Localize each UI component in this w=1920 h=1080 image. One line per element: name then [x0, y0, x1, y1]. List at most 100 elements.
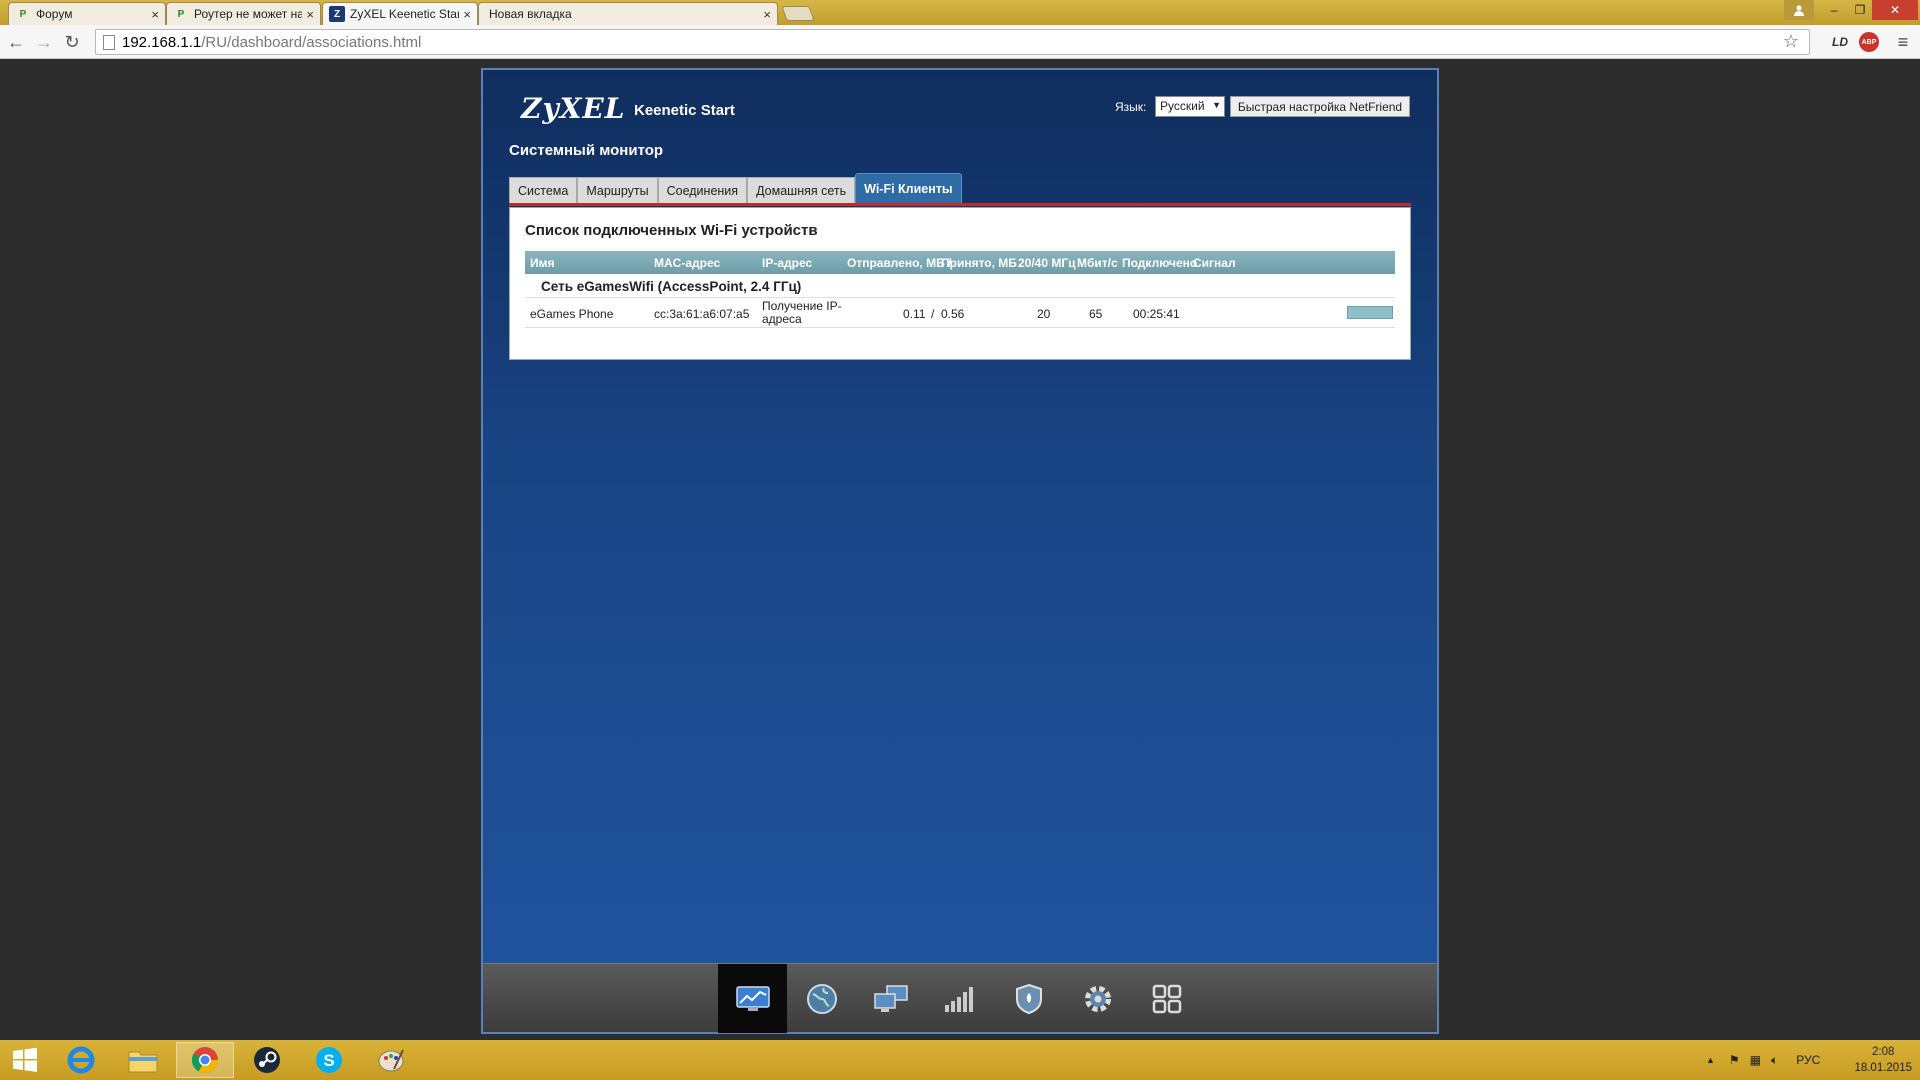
column-mac[interactable]: MAC-адрес: [654, 256, 720, 270]
page-icon: [103, 35, 115, 50]
client-sent: 0.11: [903, 307, 926, 321]
ld-extension-icon[interactable]: LD: [1830, 32, 1850, 52]
file-explorer-icon[interactable]: [114, 1042, 172, 1078]
steam-icon[interactable]: [238, 1042, 296, 1078]
sent-received-separator: /: [931, 307, 935, 321]
browser-tab-router-question[interactable]: P Роутер не может назначи ×: [166, 2, 321, 25]
column-signal[interactable]: Сигнал: [1193, 256, 1236, 270]
tab-connections[interactable]: Соединения: [657, 177, 748, 203]
input-language[interactable]: РУС: [1796, 1053, 1820, 1067]
reload-icon[interactable]: ↻: [60, 31, 84, 53]
tab-home-network[interactable]: Домашняя сеть: [747, 177, 856, 203]
close-icon[interactable]: ×: [463, 7, 471, 22]
column-received[interactable]: Принято, МБ: [941, 256, 1017, 270]
apps-grid-icon[interactable]: [1132, 964, 1201, 1033]
tab-title: Новая вкладка: [489, 7, 572, 21]
restore-icon[interactable]: ❐: [1846, 0, 1874, 20]
network-group-label: Сеть eGamesWifi (AccessPoint, 2.4 ГГц): [541, 279, 802, 294]
client-rate: 65: [1089, 307, 1103, 321]
internet-explorer-icon[interactable]: [52, 1042, 110, 1078]
taskbar-clock[interactable]: 2:08 18.01.2015: [1854, 1044, 1912, 1076]
address-bar[interactable]: 192.168.1.1/RU/dashboard/associations.ht…: [95, 29, 1810, 55]
language-value: Русский: [1160, 99, 1205, 113]
skype-icon[interactable]: S: [300, 1042, 358, 1078]
column-sent[interactable]: Отправлено, МБ /: [847, 256, 951, 270]
windows-taskbar: S ▲ ⚑ ▦ 🔈︎ РУС 2:08 18.01.2015: [0, 1040, 1920, 1080]
globe-icon[interactable]: [787, 964, 856, 1033]
window-close-icon[interactable]: ✕: [1872, 0, 1918, 20]
client-received: 0.56: [941, 307, 965, 321]
system-tray: ▲ ⚑ ▦ 🔈︎ РУС: [1706, 1040, 1820, 1080]
client-ip: Получение IP-адреса: [762, 299, 842, 326]
adblock-extension-icon[interactable]: ABP: [1859, 32, 1879, 52]
close-icon[interactable]: ×: [151, 7, 159, 22]
browser-tab-new[interactable]: Новая вкладка ×: [478, 2, 778, 25]
url-path: /RU/dashboard/associations.html: [201, 33, 422, 51]
monitor-chart-icon[interactable]: [718, 964, 787, 1033]
tab-title: ZyXEL Keenetic Start - Wi: [350, 7, 460, 21]
windows-start-icon[interactable]: [0, 1042, 50, 1078]
language-select[interactable]: Русский: [1155, 96, 1225, 117]
gear-icon[interactable]: [1063, 964, 1132, 1033]
zyxel-logo: ZyXEL: [521, 92, 626, 125]
tab-wifi-clients[interactable]: Wi-Fi Клиенты: [855, 173, 962, 203]
paint-icon[interactable]: [362, 1042, 420, 1078]
monitor-tabs: Система Маршруты Соединения Домашняя сет…: [509, 173, 962, 203]
zyxel-favicon-icon: Z: [329, 6, 345, 22]
close-icon[interactable]: ×: [306, 7, 314, 22]
back-arrow-icon[interactable]: ←: [4, 31, 28, 53]
shield-icon[interactable]: [994, 964, 1063, 1033]
table-row[interactable]: eGames Phone cc:3a:61:a6:07:a5 Получение…: [525, 298, 1395, 328]
panel-title: Список подключенных Wi-Fi устройств: [525, 222, 818, 239]
tab-title: Роутер не может назначи: [194, 7, 303, 21]
network-icon[interactable]: ▦: [1750, 1053, 1761, 1067]
new-tab-button[interactable]: [781, 6, 815, 21]
chrome-icon[interactable]: [176, 1042, 234, 1078]
close-icon[interactable]: ×: [763, 7, 771, 22]
network-group-row: Сеть eGamesWifi (AccessPoint, 2.4 ГГц): [525, 274, 1395, 298]
forum-favicon-icon: P: [177, 8, 185, 20]
volume-icon[interactable]: 🔈︎: [1771, 1053, 1778, 1068]
column-channel-width[interactable]: 20/40 МГц: [1018, 256, 1076, 270]
device-model: Keenetic Start: [634, 102, 735, 119]
forward-arrow-icon[interactable]: →: [32, 31, 56, 53]
tray-expand-icon[interactable]: ▲: [1706, 1055, 1715, 1065]
browser-tab-forum[interactable]: P Форум ×: [8, 2, 166, 25]
forum-favicon-icon: P: [19, 8, 27, 20]
minimize-icon[interactable]: ‒: [1820, 0, 1848, 20]
tab-system[interactable]: Система: [509, 177, 578, 203]
page-title: Системный монитор: [509, 142, 664, 159]
column-rate[interactable]: Мбит/с: [1077, 256, 1118, 270]
tab-underline: [509, 203, 1411, 206]
language-label: Язык:: [1115, 100, 1147, 114]
router-page: ZyXEL Keenetic Start Язык: Русский Быстр…: [481, 68, 1439, 1034]
clients-table: Имя MAC-адрес IP-адрес Отправлено, МБ / …: [525, 251, 1395, 328]
router-footer-nav: [483, 963, 1437, 1033]
clock-time: 2:08: [1872, 1046, 1895, 1058]
column-ip[interactable]: IP-адрес: [762, 256, 812, 270]
client-mac: cc:3a:61:a6:07:a5: [654, 307, 750, 321]
svg-text:S: S: [323, 1051, 334, 1070]
network-computers-icon[interactable]: [856, 964, 925, 1033]
action-center-flag-icon[interactable]: ⚑: [1729, 1053, 1740, 1067]
wifi-clients-panel: Список подключенных Wi-Fi устройств Имя …: [509, 207, 1411, 360]
menu-hamburger-icon[interactable]: ≡: [1893, 32, 1913, 52]
tab-routes[interactable]: Маршруты: [577, 177, 658, 203]
clock-date: 18.01.2015: [1854, 1062, 1912, 1074]
netfriend-button[interactable]: Быстрая настройка NetFriend: [1230, 96, 1410, 117]
client-connected-time: 00:25:41: [1133, 307, 1180, 321]
bookmark-star-icon[interactable]: ☆: [1783, 31, 1799, 52]
signal-level-bar: [1347, 306, 1393, 319]
client-channel-width: 20: [1037, 307, 1051, 321]
client-name: eGames Phone: [530, 307, 614, 321]
user-profile-icon[interactable]: [1784, 0, 1814, 20]
browser-tab-zyxel[interactable]: Z ZyXEL Keenetic Start - Wi ×: [322, 2, 478, 25]
table-header: Имя MAC-адрес IP-адрес Отправлено, МБ / …: [525, 251, 1395, 274]
url-host: 192.168.1.1: [122, 33, 202, 51]
signal-bars-icon[interactable]: [925, 964, 994, 1033]
browser-tab-strip: P Форум × P Роутер не может назначи × Z …: [0, 0, 1920, 25]
column-connected[interactable]: Подключено: [1122, 256, 1197, 270]
tab-title: Форум: [36, 7, 73, 21]
column-name[interactable]: Имя: [530, 256, 555, 270]
browser-toolbar: ← → ↻ 192.168.1.1/RU/dashboard/associati…: [0, 25, 1920, 59]
